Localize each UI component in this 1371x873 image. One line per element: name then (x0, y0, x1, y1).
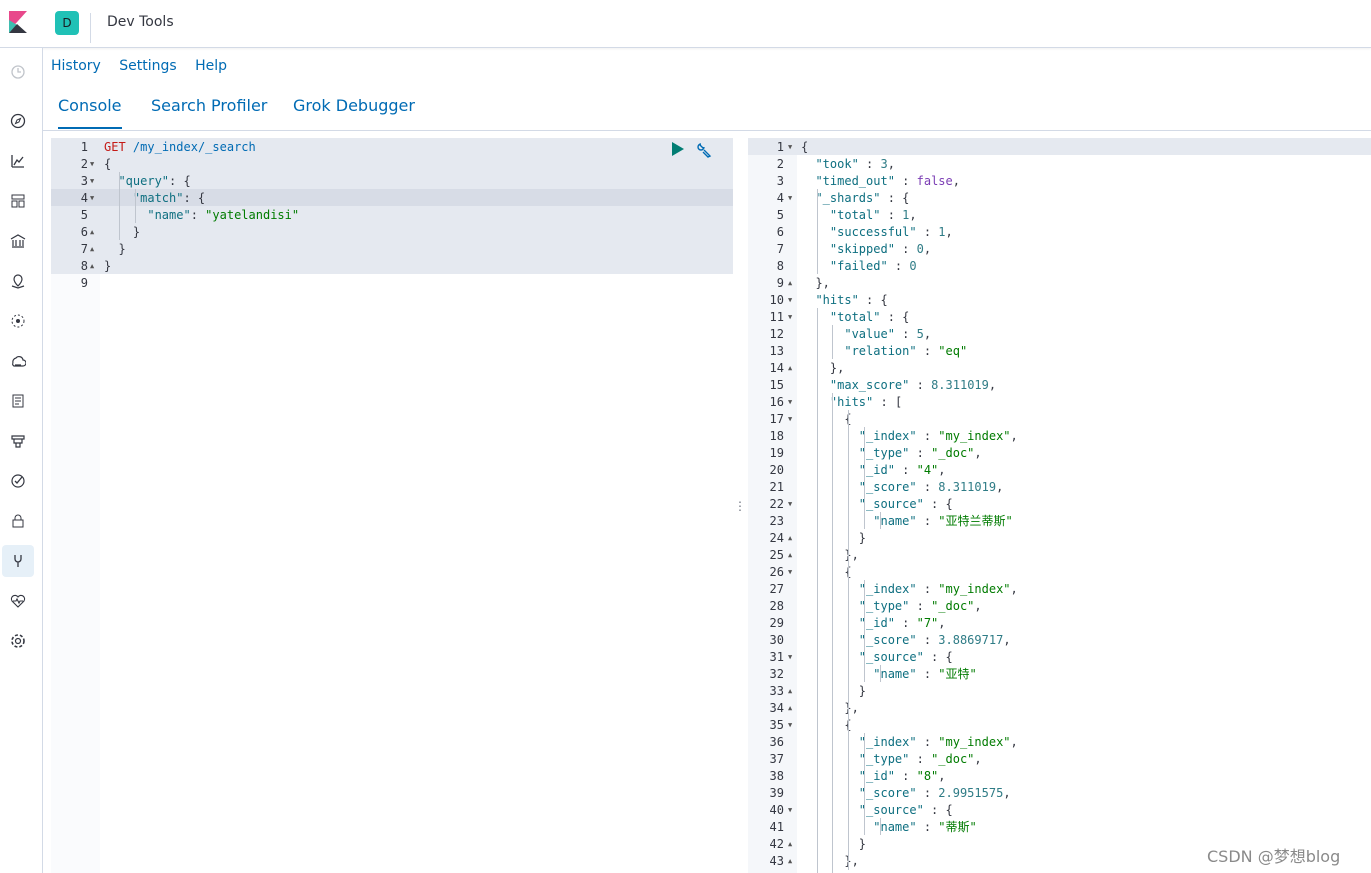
request-line: 5 "name": "yatelandisi" (80, 208, 300, 222)
request-line: 2 ▼{ (80, 157, 112, 171)
app-title: Dev Tools (107, 14, 174, 30)
response-output[interactable]: 1 ▼{ 2 "took" : 3, 3 "timed_out" : false, 4 ▼… (748, 138, 1371, 873)
indent-guide (864, 733, 865, 835)
space-avatar[interactable]: D (55, 11, 79, 35)
response-line: 21 "_score" : 8.311019, (769, 480, 1004, 494)
response-line: 2 "took" : 3, (776, 157, 895, 171)
top-header: D Dev Tools (0, 0, 1371, 48)
indent-guide (817, 308, 818, 873)
response-line: 22 ▼ "_source" : { (769, 497, 953, 511)
response-line: 11 ▼ "total" : { (769, 310, 910, 324)
indent-guide (135, 189, 136, 223)
response-line: 15 "max_score" : 8.311019, (769, 378, 997, 392)
request-line: 1 GET /my_index/_search (80, 140, 256, 154)
indent-guide (880, 665, 881, 682)
indent-guide (119, 172, 120, 240)
response-line: 23 "name" : "亚特兰蒂斯" (769, 514, 1013, 528)
devtools-tabs: Console Search Profiler Grok Debugger (43, 88, 1371, 131)
response-line: 12 "value" : 5, (769, 327, 932, 341)
ml-icon[interactable] (9, 312, 27, 330)
devtools-topnav: History Settings Help (51, 58, 241, 74)
response-line: 32 "name" : "亚特" (769, 667, 977, 681)
clock-icon[interactable] (9, 63, 27, 81)
response-line: 6 "successful" : 1, (776, 225, 953, 239)
tab-grok-debugger[interactable]: Grok Debugger (293, 96, 415, 127)
compass-icon[interactable] (9, 112, 27, 130)
response-line: 26 ▼ { (769, 565, 852, 579)
gear-icon[interactable] (9, 632, 27, 650)
indent-guide (832, 325, 833, 359)
indent-guide (864, 580, 865, 682)
response-line: 13 "relation" : "eq" (769, 344, 968, 358)
response-line: 14 ▲ }, (769, 361, 845, 375)
indent-guide (848, 410, 849, 870)
visualize-icon[interactable] (9, 152, 27, 170)
request-editor[interactable]: 1 GET /my_index/_search 2 ▼{ 3 ▼ "query": { 4 ▼… (51, 138, 733, 873)
response-line: 40 ▼ "_source" : { (769, 803, 953, 817)
tab-search-profiler[interactable]: Search Profiler (151, 96, 267, 127)
monitoring-icon[interactable] (9, 592, 27, 610)
dashboard-icon[interactable] (9, 192, 27, 210)
settings-link[interactable]: Settings (119, 58, 176, 74)
indent-guide (832, 393, 833, 873)
response-line: 30 "_score" : 3.8869717, (769, 633, 1011, 647)
response-line: 18 "_index" : "my_index", (769, 429, 1018, 443)
help-link[interactable]: Help (195, 58, 227, 74)
response-line: 8 "failed" : 0 (776, 259, 917, 273)
response-line: 29 "_id" : "7", (769, 616, 946, 630)
response-line: 19 "_type" : "_doc", (769, 446, 982, 460)
response-line: 25 ▲ }, (769, 548, 859, 562)
response-line: 7 "skipped" : 0, (776, 242, 932, 256)
indent-guide (817, 189, 818, 274)
request-line: 9 (80, 276, 88, 290)
response-line: 31 ▼ "_source" : { (769, 650, 953, 664)
apm-icon[interactable] (9, 432, 27, 450)
response-line: 38 "_id" : "8", (769, 769, 946, 783)
response-line: 34 ▲ }, (769, 701, 859, 715)
side-navigation (0, 48, 43, 873)
request-line: 7 ▲ } (80, 242, 126, 256)
logs-icon[interactable] (9, 392, 27, 410)
response-line: 5 "total" : 1, (776, 208, 917, 222)
response-line: 33 ▲ } (769, 684, 867, 698)
request-line: 4 ▼ "match": { (80, 191, 206, 205)
indent-guide (864, 427, 865, 529)
request-line: 8 ▲} (80, 259, 112, 273)
response-line: 24 ▲ } (769, 531, 867, 545)
header-divider (90, 13, 91, 43)
history-link[interactable]: History (51, 58, 101, 74)
response-line: 1 ▼{ (776, 140, 809, 154)
response-line: 4 ▼ "_shards" : { (776, 191, 910, 205)
indent-guide (880, 512, 881, 529)
response-line: 10 ▼ "hits" : { (769, 293, 888, 307)
uptime-icon[interactable] (9, 472, 27, 490)
response-line: 17 ▼ { (769, 412, 852, 426)
response-line: 41 "name" : "蒂斯" (769, 820, 977, 834)
response-line: 39 "_score" : 2.9951575, (769, 786, 1011, 800)
watermark: CSDN @梦想blog (1207, 847, 1341, 866)
request-line: 6 ▲ } (80, 225, 141, 239)
response-line: 9 ▲ }, (776, 276, 830, 290)
siem-icon[interactable] (9, 512, 27, 530)
devtools-icon[interactable] (2, 545, 34, 577)
response-line: 16 ▼ "hits" : [ (769, 395, 903, 409)
indent-guide (880, 818, 881, 835)
response-line: 20 "_id" : "4", (769, 463, 946, 477)
tab-console[interactable]: Console (58, 96, 122, 129)
kibana-logo-icon[interactable] (9, 11, 27, 33)
canvas-icon[interactable] (9, 232, 27, 250)
response-line: 35 ▼ { (769, 718, 852, 732)
request-line: 3 ▼ "query": { (80, 174, 191, 188)
response-line: 3 "timed_out" : false, (776, 174, 960, 188)
response-line: 28 "_type" : "_doc", (769, 599, 982, 613)
response-line: 27 "_index" : "my_index", (769, 582, 1018, 596)
response-line: 37 "_type" : "_doc", (769, 752, 982, 766)
infra-icon[interactable] (9, 352, 27, 370)
maps-icon[interactable] (9, 272, 27, 290)
response-line: 36 "_index" : "my_index", (769, 735, 1018, 749)
